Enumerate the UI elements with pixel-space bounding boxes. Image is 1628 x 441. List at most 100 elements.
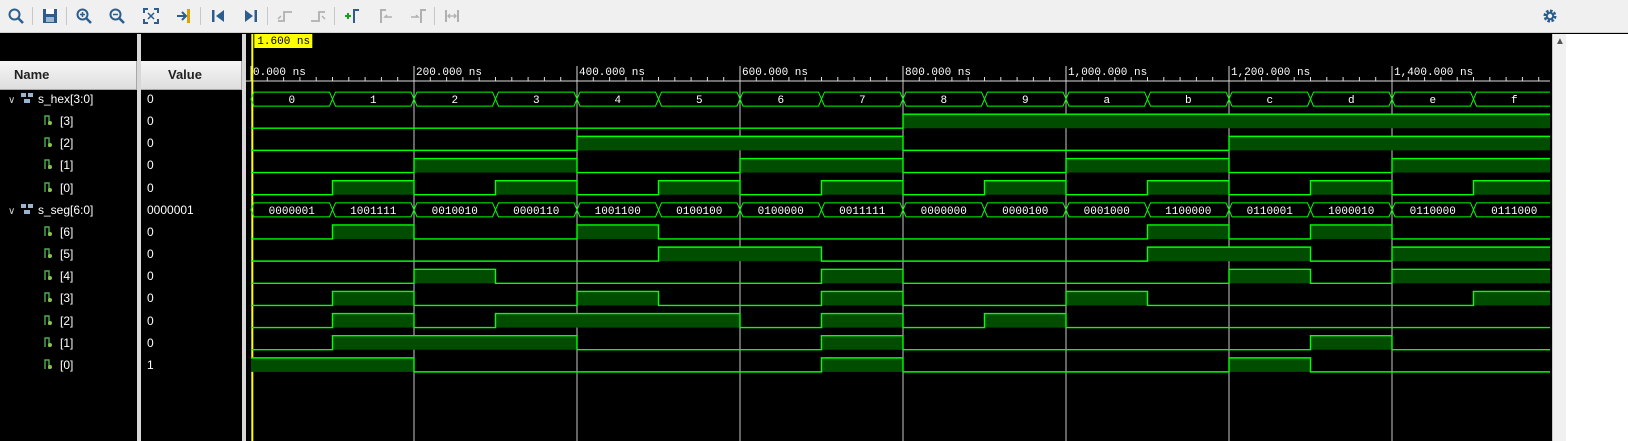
high-fill (577, 291, 659, 306)
high-fill (1310, 224, 1392, 239)
signal-row-bit[interactable]: [1] (44, 154, 73, 176)
signal-value: 0 (147, 136, 154, 150)
bit-signal-icon (44, 226, 52, 236)
signal-row-bit[interactable]: [5] (44, 243, 73, 265)
toolbar-separator (66, 7, 67, 25)
high-fill (1147, 158, 1229, 173)
signal-row-bit[interactable]: [4] (44, 265, 73, 287)
signal-value: 0000001 (147, 203, 194, 217)
bus-segment-label: 1001100 (595, 206, 641, 218)
high-fill (1310, 136, 1392, 151)
name-column-header[interactable]: Name (0, 61, 137, 90)
expand-chevron-icon[interactable]: ∨ (8, 90, 20, 112)
go-to-start-button[interactable] (207, 5, 229, 27)
high-fill (332, 313, 414, 328)
bus-segment-label: 0110001 (1247, 206, 1294, 218)
high-fill (1473, 247, 1550, 262)
expand-chevron-icon[interactable]: ∨ (8, 201, 20, 223)
signal-row-bit[interactable]: [0] (44, 177, 73, 199)
value-column-header[interactable]: Value (141, 61, 242, 90)
gear-icon (1543, 9, 1557, 23)
search-button[interactable] (5, 5, 27, 27)
high-fill (658, 180, 740, 195)
previous-transition-icon (277, 11, 292, 22)
bus-icon (21, 93, 33, 103)
signal-row-bit[interactable]: [0] (44, 354, 73, 376)
bus-segment-label: e (1429, 95, 1436, 107)
high-fill (495, 158, 577, 173)
high-fill (740, 158, 822, 173)
high-fill (1392, 269, 1474, 284)
signal-row-bit[interactable]: [6] (44, 221, 73, 243)
add-marker-button[interactable] (341, 5, 363, 27)
signal-name: [6] (60, 225, 74, 239)
go-to-end-button[interactable] (240, 5, 262, 27)
signal-row-bus[interactable]: ∨ s_seg[6:0] (8, 199, 93, 221)
vertical-scrollbar[interactable]: ▲ (1552, 34, 1567, 441)
bus-segment-label: b (1185, 95, 1192, 107)
bus-segment-label: 1001111 (350, 206, 397, 218)
high-fill (658, 247, 740, 262)
zoom-out-icon (109, 8, 125, 24)
bus-segment-label: 4 (614, 95, 621, 107)
high-fill (495, 313, 577, 328)
bus-segment-label: 0100000 (758, 206, 804, 218)
next-marker-button[interactable] (407, 5, 429, 27)
bus-segment-label: 9 (1022, 95, 1029, 107)
signal-name: [1] (60, 336, 74, 350)
bus-segment-label: 1 (370, 95, 377, 107)
signal-row-bus[interactable]: ∨ s_hex[3:0] (8, 88, 93, 110)
bus-segment-label: 0000001 (269, 206, 316, 218)
scroll-up-icon[interactable]: ▲ (1555, 36, 1565, 47)
next-transition-button[interactable] (307, 5, 329, 27)
bit-waveform (251, 246, 1550, 262)
high-fill (1473, 158, 1550, 173)
bit-signal-icon (44, 137, 52, 147)
bus-icon (21, 204, 33, 214)
go-to-cursor-button[interactable] (173, 5, 195, 27)
toolbar-separator (267, 7, 268, 25)
signal-row-bit[interactable]: [2] (44, 310, 73, 332)
swap-cursors-button[interactable] (441, 5, 463, 27)
zoom-in-button[interactable] (73, 5, 95, 27)
signal-name: [0] (60, 181, 74, 195)
high-fill (1066, 158, 1148, 173)
bit-signal-icon (44, 182, 52, 192)
previous-transition-button[interactable] (274, 5, 296, 27)
zoom-fit-button[interactable] (140, 5, 162, 27)
high-fill (577, 224, 659, 239)
bit-signal-icon (44, 270, 52, 280)
zoom-out-button[interactable] (106, 5, 128, 27)
cursor-time-label: 1.600 ns (257, 36, 310, 48)
high-fill (984, 180, 1066, 195)
settings-button[interactable] (1539, 5, 1561, 27)
bus-segment-label: 0111000 (1491, 206, 1537, 218)
signal-row-bit[interactable]: [1] (44, 332, 73, 354)
high-fill (821, 158, 903, 173)
waveform-canvas[interactable]: 0.000 ns 200.000 ns 400.000 ns 600.000 ns 80… (246, 34, 1550, 441)
signal-value: 0 (147, 291, 154, 305)
high-fill (1229, 114, 1311, 129)
signal-name: [2] (60, 314, 74, 328)
go-to-end-icon (245, 10, 257, 22)
signal-row-bit[interactable]: [2] (44, 132, 73, 154)
bus-segment-label: 2 (451, 95, 458, 107)
previous-marker-button[interactable] (374, 5, 396, 27)
signal-values-panel: Value (141, 34, 242, 441)
save-button[interactable] (39, 5, 61, 27)
signal-value: 0 (147, 336, 154, 350)
ruler-tick-label: 1,400.000 ns (1394, 67, 1473, 79)
bus-segment-label: 0010010 (432, 206, 478, 218)
bit-signal-icon (44, 292, 52, 302)
bit-signal-icon (44, 359, 52, 369)
signal-row-bit[interactable]: [3] (44, 287, 73, 309)
signal-row-bit[interactable]: [3] (44, 110, 73, 132)
high-fill (658, 136, 740, 151)
high-fill (1473, 291, 1550, 306)
bus-segment-label: 7 (859, 95, 866, 107)
high-fill (740, 136, 822, 151)
bit-signal-icon (44, 159, 52, 169)
search-icon (8, 8, 24, 24)
high-fill (1147, 224, 1229, 239)
high-fill (251, 357, 333, 372)
